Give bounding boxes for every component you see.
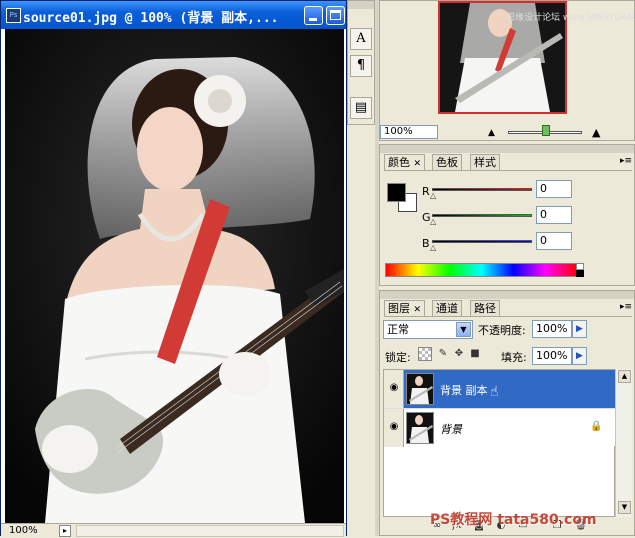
- layer-thumbnail-image: [407, 374, 433, 404]
- fill-label: 填充:: [501, 351, 527, 364]
- scroll-up-icon[interactable]: ▲: [618, 370, 631, 383]
- channel-g-slider-thumb[interactable]: △: [430, 217, 436, 226]
- navigator-zoom-field[interactable]: 100%: [380, 125, 438, 139]
- blend-mode-select[interactable]: 正常 ▼: [383, 320, 473, 339]
- document-window: Ps source01.jpg @ 100% (背景 副本,... 100% ▸: [0, 0, 347, 538]
- black-swatch[interactable]: [576, 270, 584, 277]
- lock-all-icon[interactable]: ■: [468, 347, 482, 361]
- tab-swatches[interactable]: 色板: [432, 154, 462, 170]
- color-panel-grip[interactable]: [380, 145, 634, 153]
- fill-slider-arrow-icon[interactable]: ▶: [572, 347, 587, 365]
- maximize-button[interactable]: [326, 6, 345, 25]
- close-icon[interactable]: ✕: [414, 305, 422, 315]
- lock-icon: 🔒: [590, 421, 603, 432]
- document-title: source01.jpg @ 100% (背景 副本,...: [23, 11, 279, 26]
- tab-styles-label: 样式: [474, 156, 496, 169]
- tab-layers[interactable]: 图层 ✕: [384, 300, 426, 316]
- bride-guitar-photo: [5, 29, 344, 523]
- scroll-down-icon[interactable]: ▼: [618, 501, 631, 514]
- foreground-color-swatch[interactable]: [387, 183, 406, 202]
- chevron-down-icon[interactable]: ▼: [456, 322, 471, 337]
- layer-thumbnail: [406, 373, 434, 405]
- channel-g-field[interactable]: 0: [536, 206, 572, 224]
- navigator-zoom-slider-thumb[interactable]: [542, 125, 550, 136]
- layer-thumbnail: [406, 412, 434, 444]
- color-panel-divider: [384, 170, 632, 171]
- zoom-out-icon[interactable]: ▲: [488, 128, 495, 138]
- layer-thumbnail-image: [407, 413, 433, 443]
- tab-paths-label: 路径: [474, 302, 496, 315]
- tool-strip: A ¶ ▤: [347, 0, 375, 125]
- hand-cursor-icon: ☝: [490, 384, 499, 400]
- opacity-field[interactable]: 100%: [532, 320, 572, 338]
- lock-transparency-icon[interactable]: [418, 347, 432, 361]
- lock-label: 锁定:: [385, 351, 411, 364]
- panel-menu-icon[interactable]: ▸≡: [620, 156, 632, 166]
- color-spectrum-bar[interactable]: [385, 263, 578, 277]
- visibility-toggle[interactable]: ◉: [384, 370, 404, 408]
- status-menu-icon[interactable]: ▸: [59, 525, 71, 537]
- minimize-button[interactable]: [304, 6, 323, 25]
- tab-layers-label: 图层: [388, 302, 410, 315]
- layers-panel-grip[interactable]: [380, 291, 634, 299]
- fill-field[interactable]: 100%: [532, 347, 572, 365]
- tab-paths[interactable]: 路径: [470, 300, 500, 316]
- navigator-panel: 思缘设计论坛 www.MISSYUAN.COM 100% ▲ ▲: [379, 0, 635, 141]
- maximize-icon: [330, 10, 341, 20]
- navigator-watermark: 思缘设计论坛 www.MISSYUAN.COM: [506, 13, 635, 23]
- document-titlebar[interactable]: Ps source01.jpg @ 100% (背景 副本,...: [1, 1, 346, 29]
- horizontal-scrollbar[interactable]: [76, 525, 344, 537]
- tab-color-label: 颜色: [388, 156, 410, 169]
- tool-presets-icon[interactable]: ▤: [350, 97, 372, 119]
- eye-icon[interactable]: ◉: [387, 421, 401, 433]
- layer-row-background-copy[interactable]: ◉ 背景 副本 ☝: [384, 370, 615, 408]
- layer-name: 背景 副本: [440, 384, 488, 397]
- color-panel: 颜色 ✕ 色板 样式 ▸≡ R △ 0 G △ 0 B △ 0: [379, 144, 635, 286]
- visibility-toggle[interactable]: ◉: [384, 409, 404, 447]
- tool-strip-grip[interactable]: [348, 1, 374, 9]
- paragraph-panel-icon[interactable]: ¶: [350, 55, 372, 77]
- layer-name: 背景: [440, 423, 462, 436]
- channel-g-slider[interactable]: [432, 214, 532, 217]
- white-swatch[interactable]: [576, 263, 584, 270]
- tab-swatches-label: 色板: [436, 156, 458, 169]
- tab-channels[interactable]: 通道: [432, 300, 462, 316]
- image-canvas[interactable]: [5, 29, 344, 523]
- footer-watermark: PS教程网 tata580.com: [430, 512, 597, 528]
- character-panel-icon[interactable]: A: [350, 28, 372, 50]
- channel-b-label: B: [422, 237, 430, 250]
- channel-r-slider-thumb[interactable]: △: [430, 191, 436, 200]
- layers-scrollbar[interactable]: ▲ ▼: [615, 369, 632, 517]
- layers-panel: 图层 ✕ 通道 路径 ▸≡ 正常 ▼ 不透明度: 100% ▶ 锁定: ✎ ✥ …: [379, 290, 635, 536]
- tab-styles[interactable]: 样式: [470, 154, 500, 170]
- tab-color[interactable]: 颜色 ✕: [384, 154, 426, 170]
- blend-mode-value: 正常: [387, 323, 409, 336]
- lock-image-brush-icon[interactable]: ✎: [436, 347, 450, 361]
- channel-r-label: R: [422, 185, 430, 198]
- channel-r-slider[interactable]: [432, 188, 532, 191]
- channel-b-field[interactable]: 0: [536, 232, 572, 250]
- opacity-label: 不透明度:: [478, 324, 526, 337]
- close-icon[interactable]: ✕: [414, 159, 422, 169]
- layer-row-background[interactable]: ◉ 背景 🔒: [384, 408, 615, 447]
- channel-r-field[interactable]: 0: [536, 180, 572, 198]
- tab-channels-label: 通道: [436, 302, 458, 315]
- lock-position-icon[interactable]: ✥: [452, 347, 466, 361]
- layers-panel-divider: [384, 316, 632, 317]
- eye-icon[interactable]: ◉: [387, 382, 401, 394]
- opacity-slider-arrow-icon[interactable]: ▶: [572, 320, 587, 338]
- panel-menu-icon[interactable]: ▸≡: [620, 302, 632, 312]
- channel-b-slider-thumb[interactable]: △: [430, 243, 436, 252]
- channel-b-slider[interactable]: [432, 240, 532, 243]
- zoom-in-icon[interactable]: ▲: [592, 126, 600, 139]
- minimize-icon: [309, 18, 317, 21]
- photoshop-icon: Ps: [6, 8, 21, 23]
